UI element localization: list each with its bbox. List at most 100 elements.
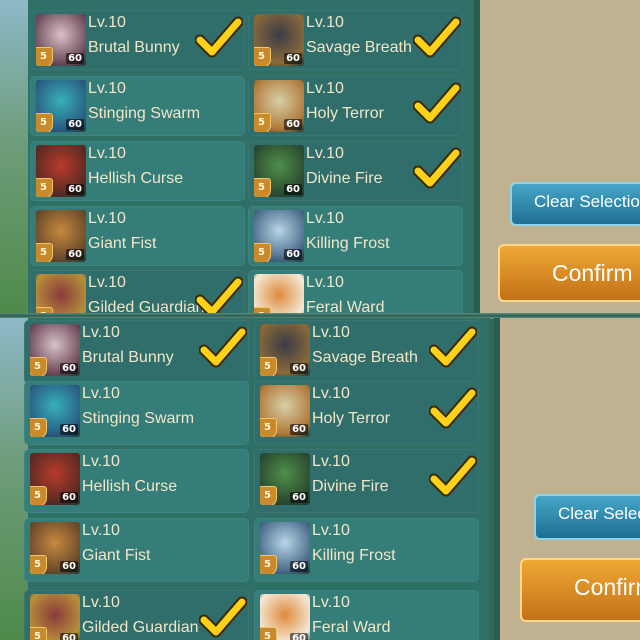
star-count: 60 [60,363,78,374]
familiar-select-panel-top: 5 60 Lv.10 Brutal Bunny 5 60 Lv.10 Savage Breat… [0,0,640,316]
familiar-card[interactable]: 5 60 Lv.10 Divine Fire [248,141,463,201]
familiar-portrait: 5 60 [36,210,86,262]
star-count: 60 [290,492,308,503]
panel-edge [494,318,500,640]
familiar-level: Lv.10 [312,453,350,470]
shield-icon: 5 [260,555,277,574]
familiar-portrait: 560 [36,14,86,66]
familiar-card[interactable]: 5 60 Lv.10 Hellish Curse [24,449,249,513]
confirm-button[interactable]: Confirm [520,558,640,622]
star-count: 60 [66,119,84,130]
familiar-level: Lv.10 [82,385,120,402]
familiar-portrait: 5 60 [260,453,310,505]
familiar-level: Lv.10 [306,274,344,291]
shield-icon: 5 [260,627,277,640]
shield-icon: 5 [30,357,47,376]
familiar-card[interactable]: 5 60 Lv.10 Killing Frost [248,206,463,266]
familiar-card[interactable]: 560Lv.10Gilded Guardian [30,270,245,316]
familiar-level: Lv.10 [82,324,120,341]
star-count: 60 [284,249,302,260]
familiar-card[interactable]: 5 60 Lv.10 Stinging Swarm [24,381,249,445]
shield-icon: 5 [36,47,53,66]
familiar-name: Hellish Curse [82,478,178,495]
star-count: 60 [290,424,308,435]
shield-icon: 5 [254,47,271,66]
familiar-level: Lv.10 [306,80,344,97]
familiar-card[interactable]: 560Lv.10Gilded Guardian [24,590,249,640]
familiar-card[interactable]: 5 60 Lv.10 Holy Terror [254,381,479,445]
shield-icon: 5 [36,243,53,262]
shield-icon: 5 [260,486,277,505]
familiar-card[interactable]: 5 60 Lv.10 Giant Fist [24,518,249,582]
familiar-card[interactable]: 5 60 Lv.10 Killing Frost [254,518,479,582]
checkmark-icon [412,147,462,191]
familiar-card[interactable]: 5 60 Lv.10 Divine Fire [254,449,479,513]
star-count: 60 [60,633,78,640]
familiar-card[interactable]: 5 60 Lv.10 Savage Breath [248,10,463,70]
familiar-level: Lv.10 [82,522,120,539]
familiar-name: Killing Frost [306,235,390,252]
familiar-level: Lv.10 [82,453,120,470]
familiar-level: Lv.10 [312,594,350,611]
shield-icon: 5 [36,178,53,197]
familiar-portrait: 560 [254,145,304,197]
shield-icon: 5 [30,555,47,574]
familiar-card[interactable]: 5 60 Lv.10 Brutal Bunny [30,10,245,70]
star-count: 60 [290,363,308,374]
familiar-card[interactable]: 560Lv.10Feral Ward [248,270,463,316]
familiar-name: Feral Ward [312,619,391,636]
familiar-portrait: 5 60 [36,145,86,197]
familiar-card[interactable]: 5 60 Lv.10 Giant Fist [30,206,245,266]
familiar-name: Giant Fist [88,235,157,252]
familiar-name: Hellish Curse [88,170,184,187]
confirm-button[interactable]: Confirm [498,244,640,302]
checkmark-icon [428,326,478,370]
familiar-card[interactable]: 5 60 Lv.10 Savage Breath [254,320,479,384]
familiar-level: Lv.10 [88,210,126,227]
familiar-card[interactable]: 560Lv.10Feral Ward [254,590,479,640]
familiar-portrait: 560 [260,522,310,574]
familiar-level: Lv.10 [88,145,126,162]
star-count: 60 [60,424,78,435]
familiar-card[interactable]: 5 60 Lv.10 Hellish Curse [30,141,245,201]
familiar-select-panel-bottom: 5 60 Lv.10 Brutal Bunny 5 60 Lv.10 Savage Breat… [0,318,640,640]
checkmark-icon [198,326,248,370]
familiar-level: Lv.10 [312,522,350,539]
familiar-portrait: 5 60 [30,453,80,505]
shield-icon: 5 [260,418,277,437]
familiar-level: Lv.10 [88,274,126,291]
familiar-portrait: 560 [254,210,304,262]
familiar-card[interactable]: 5 60 Lv.10 Brutal Bunny [24,320,249,384]
shield-icon: 5 [30,486,47,505]
familiar-portrait: 5 60 [260,385,310,437]
clear-selection-button[interactable]: Clear Selection [510,182,640,226]
familiar-name: Killing Frost [312,547,396,564]
star-count: 60 [284,119,302,130]
familiar-portrait: 560 [36,274,86,316]
familiar-card[interactable]: 5 60 Lv.10 Holy Terror [248,76,463,136]
star-count: 60 [60,561,78,572]
familiar-level: Lv.10 [312,385,350,402]
familiar-card[interactable]: 5 60 Lv.10 Stinging Swarm [30,76,245,136]
familiar-portrait: 5 60 [30,385,80,437]
star-count: 60 [66,184,84,195]
checkmark-icon [194,16,244,60]
shield-icon: 5 [254,178,271,197]
familiar-level: Lv.10 [306,14,344,31]
checkmark-icon [194,276,244,316]
familiar-portrait: 5 60 [30,324,80,376]
familiar-level: Lv.10 [88,80,126,97]
star-count: 60 [60,492,78,503]
star-count: 60 [284,53,302,64]
shield-icon: 5 [30,418,47,437]
checkmark-icon [412,82,462,126]
clear-selection-button[interactable]: Clear Selection [534,494,640,540]
familiar-portrait: 560 [254,80,304,132]
checkmark-icon [198,596,248,640]
panel-edge [474,0,480,316]
familiar-level: Lv.10 [306,145,344,162]
familiar-name: Stinging Swarm [88,105,201,122]
familiar-portrait: 5 60 [36,80,86,132]
star-count: 60 [66,249,84,260]
shield-icon: 5 [36,113,53,132]
